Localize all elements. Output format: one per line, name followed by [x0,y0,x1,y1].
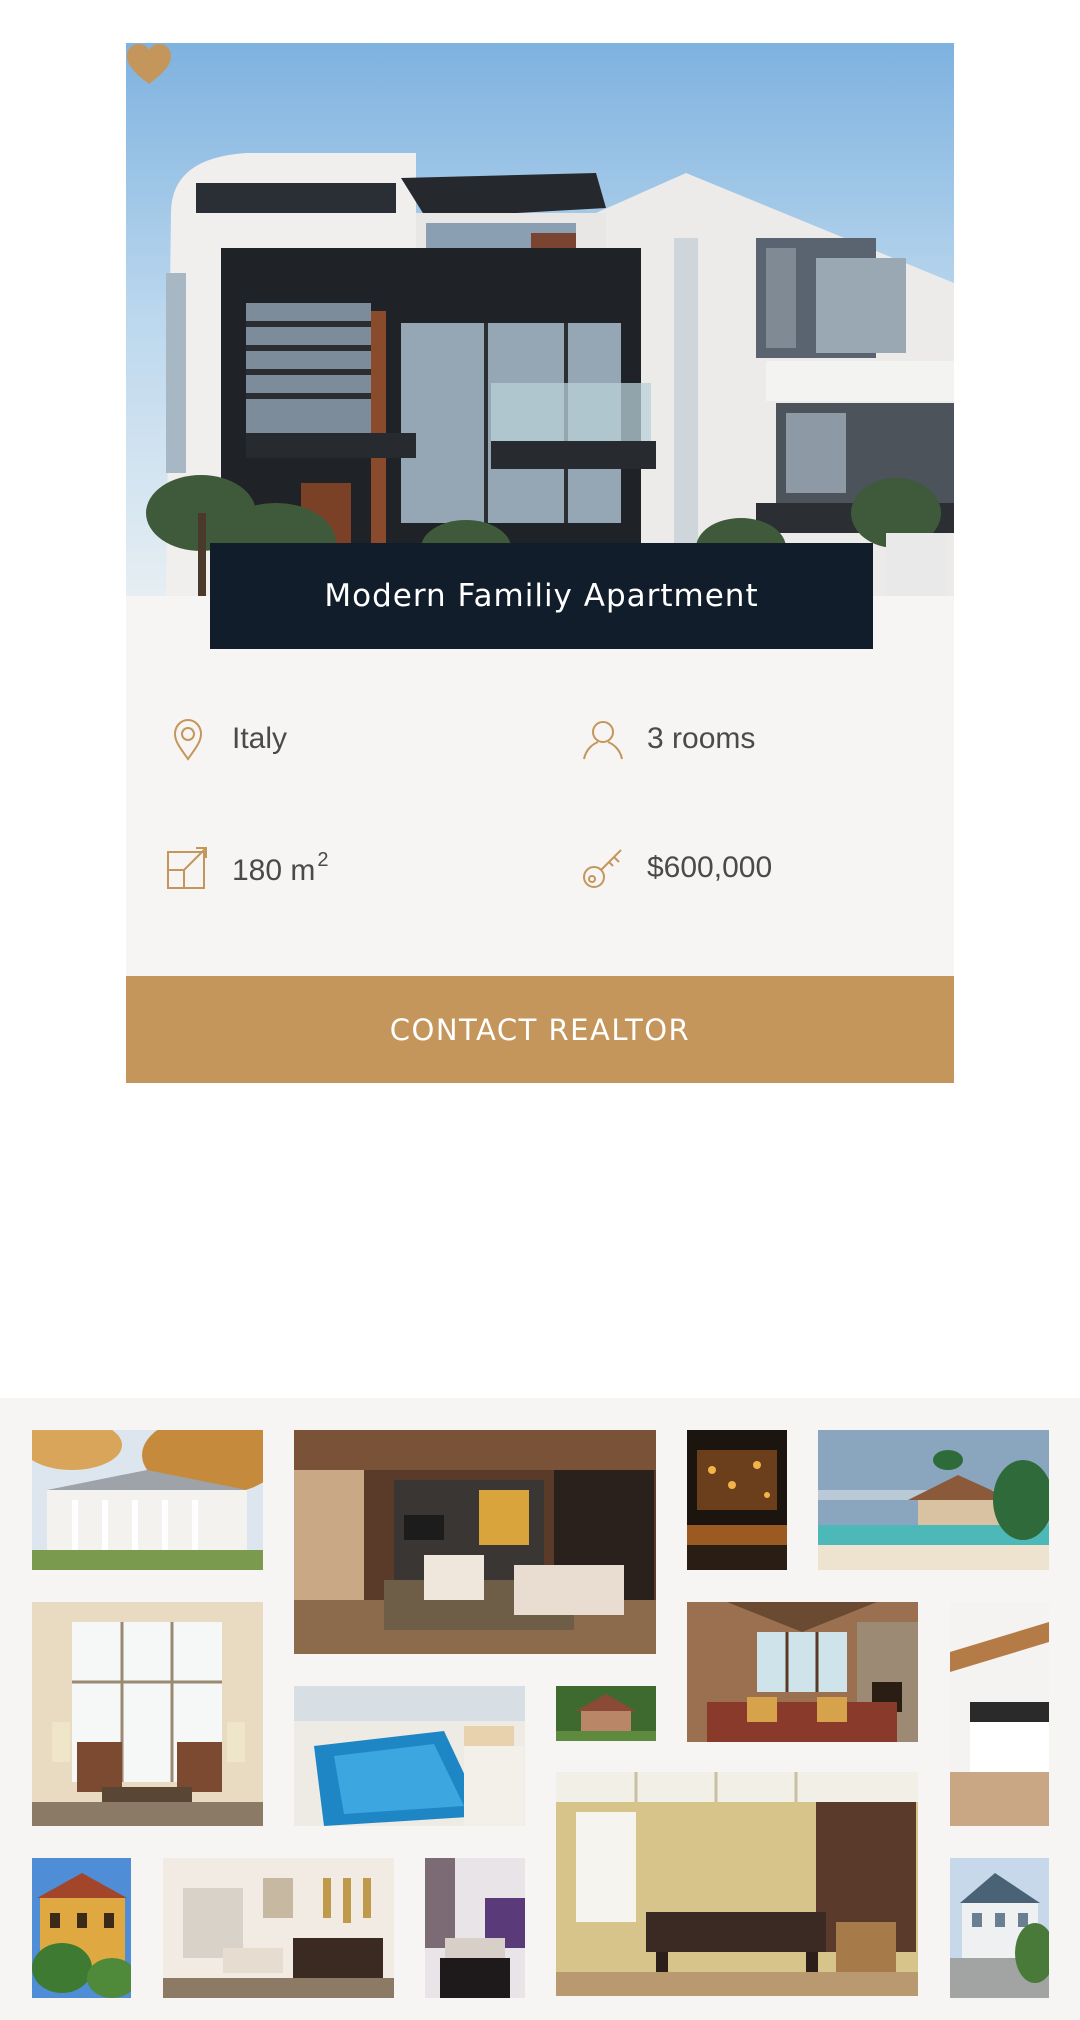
user-icon [583,721,623,760]
gallery-photo-living-room[interactable] [294,1430,656,1654]
key-icon [583,849,622,888]
location-text: Italy [232,722,288,755]
price-text: $600,000 [647,851,773,884]
contact-realtor-button[interactable]: CONTACT REALTOR [126,976,954,1083]
location-detail: Italy [166,717,287,761]
gallery-photo-billiard-room[interactable] [556,1772,918,1996]
photo-gallery [0,1398,1080,2020]
price-detail: $600,000 [581,846,772,890]
gallery-photo-white-mansion[interactable] [32,1430,263,1570]
title-banner: Modern Familiy Apartment [210,543,873,649]
gallery-photo-lodge-living-room[interactable] [687,1602,918,1742]
gallery-photo-white-house[interactable] [950,1858,1049,1998]
gallery-photo-purple-room[interactable] [425,1858,525,1998]
listing-title: Modern Familiy Apartment [324,578,759,614]
gallery-photo-yellow-villa[interactable] [32,1858,131,1998]
area-icon [167,847,207,889]
gallery-photo-dining-room[interactable] [163,1858,394,1998]
area-detail: 180 m2 [166,846,329,890]
listing-card: Modern Familiy Apartment Italy 3 rooms 1… [126,43,954,1083]
area-text: 180 m2 [232,848,329,887]
property-photo-illustration [126,43,954,596]
details-panel: Italy 3 rooms 180 m2 $600,000 [126,596,954,976]
gallery-photo-wooden-house[interactable] [556,1686,656,1741]
rooms-detail: 3 rooms [581,717,755,761]
gallery-photo-beach-hut[interactable] [818,1430,1049,1570]
property-photo [126,43,954,596]
gallery-photo-bar[interactable] [687,1430,787,1570]
map-pin-icon [173,718,203,761]
gallery-photo-kitchen[interactable] [950,1602,1049,1826]
rooms-text: 3 rooms [647,722,756,755]
gallery-photo-sitting-room[interactable] [32,1602,263,1826]
gallery-photo-indoor-pool[interactable] [294,1686,525,1826]
heart-icon[interactable] [126,43,172,85]
